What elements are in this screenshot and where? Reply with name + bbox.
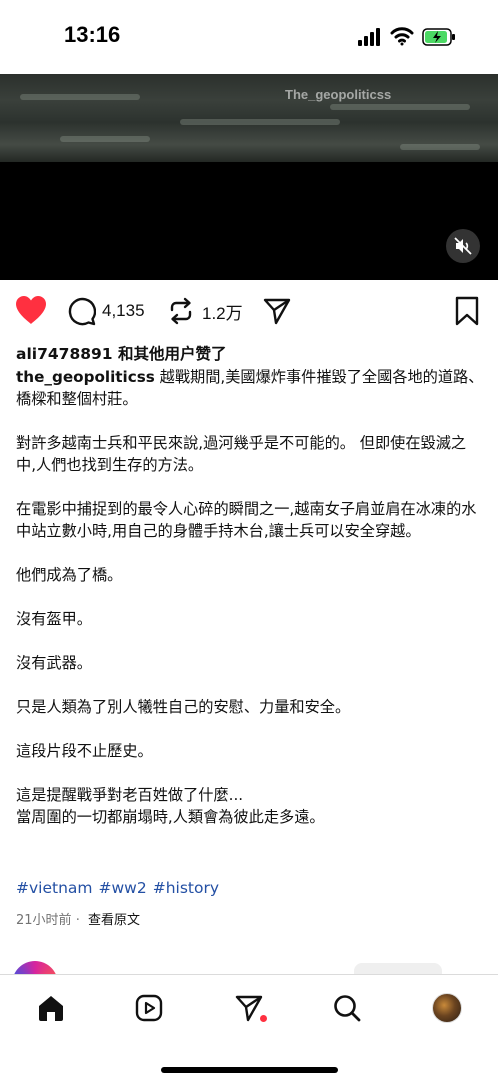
video-watermark: The_geopoliticss — [285, 87, 392, 102]
post-actions: 4,135 1.2万 — [0, 290, 498, 334]
comment-button[interactable]: 4,135 — [66, 296, 145, 326]
video-frame: The_geopoliticss — [0, 74, 498, 162]
status-time: 13:16 — [64, 22, 121, 47]
post-time: 21小时前 — [16, 913, 72, 928]
caption-text: 他們成為了橋。 — [16, 566, 123, 584]
comments-count: 4,135 — [102, 301, 145, 320]
reposts-count: 1.2万 — [202, 303, 243, 323]
comment-icon — [68, 297, 96, 326]
liked-by[interactable]: ali7478891 和其他用户赞了 — [16, 342, 226, 364]
post-meta: 21小时前 · 查看原文 — [16, 909, 140, 928]
mute-icon — [454, 237, 472, 255]
like-button[interactable] — [14, 294, 48, 326]
heart-icon — [16, 296, 46, 324]
caption-text: 沒有盔甲。 — [16, 610, 92, 628]
nav-profile[interactable] — [430, 991, 464, 1025]
meta-separator: · — [75, 913, 80, 928]
bookmark-button[interactable] — [454, 296, 480, 326]
bookmark-icon — [455, 296, 479, 326]
caption-text: 這段片段不止歷史。 — [16, 742, 153, 760]
status-bar: 13:16 — [0, 0, 498, 74]
notification-dot — [260, 1015, 267, 1022]
caption-text: 這是提醒戰爭對老百姓做了什麼... — [16, 786, 244, 804]
battery-icon — [422, 28, 455, 46]
mute-button[interactable] — [446, 229, 480, 263]
post-video[interactable]: The_geopoliticss — [0, 74, 498, 280]
nav-home[interactable] — [34, 991, 68, 1025]
home-icon — [39, 996, 63, 1021]
reels-icon — [135, 994, 163, 1022]
share-icon — [263, 298, 291, 325]
hashtags: #vietnam #ww2 #history — [16, 879, 225, 897]
nav-search[interactable] — [330, 991, 364, 1025]
author-username[interactable]: the_geopoliticss — [16, 368, 155, 386]
caption-text: 沒有武器。 — [16, 654, 92, 672]
post-caption: the_geopoliticss 越戰期間,美國爆炸事件摧毀了全國各地的道路、橋… — [16, 366, 486, 850]
see-original-link[interactable]: 查看原文 — [88, 913, 140, 928]
avatar — [432, 993, 462, 1023]
hashtag-link[interactable]: #ww2 — [99, 879, 147, 897]
repost-icon — [170, 297, 192, 325]
signal-icon — [358, 28, 382, 46]
repost-button[interactable]: 1.2万 — [166, 296, 243, 326]
wifi-icon — [390, 27, 414, 46]
search-icon — [334, 995, 361, 1022]
caption-text: 只是人類為了別人犧牲自己的安慰、力量和安全。 — [16, 698, 351, 716]
caption-text: 對許多越南士兵和平民來說,過河幾乎是不可能的。 但即使在毀滅之中,人們也找到生存… — [16, 434, 467, 474]
hashtag-link[interactable]: #history — [153, 879, 219, 897]
nav-direct[interactable] — [232, 991, 267, 1025]
bottom-nav — [0, 974, 498, 1080]
share-button[interactable] — [262, 296, 292, 326]
caption-text: 當周圍的一切都崩塌時,人類會為彼此走多遠。 — [16, 808, 325, 826]
nav-reels[interactable] — [132, 991, 166, 1025]
caption-text: 在電影中捕捉到的最令人心碎的瞬間之一,越南女子肩並肩在冰凍的水中站立數小時,用自… — [16, 500, 477, 540]
hashtag-link[interactable]: #vietnam — [16, 879, 93, 897]
home-indicator — [161, 1067, 338, 1073]
